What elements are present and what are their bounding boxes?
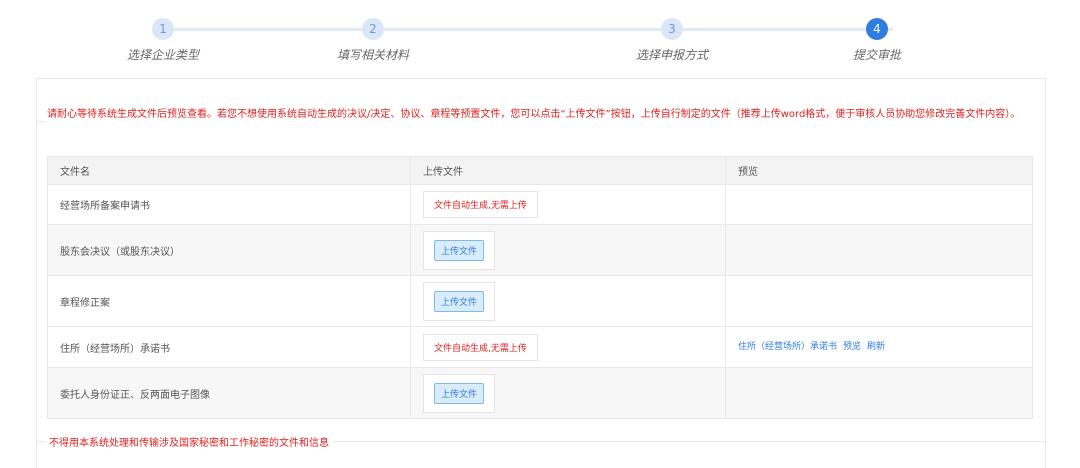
preview-link[interactable]: 预览 [843,342,861,352]
step-3-label: 选择申报方式 [635,48,709,62]
progress-stepper: 1 2 3 4 选择企业类型 填写相关材料 选择申报方式 提交审批 [0,0,1080,78]
auto-generated-note: 文件自动生成,无需上传 [423,333,538,361]
upload-cell: 文件自动生成,无需上传 [410,326,726,368]
upload-file-button[interactable]: 上传文件 [434,290,485,312]
preview-cell [725,275,1033,327]
file-name: 股东会决议（或股东决议） [47,224,411,276]
step-connector [384,28,672,31]
table-header-row: 文件名 上传文件 预览 [47,156,1033,185]
header-upload: 上传文件 [410,156,726,185]
file-name: 住所（经营场所）承诺书 [47,326,411,368]
preview-cell [725,367,1033,419]
step-3-indicator: 3 [661,18,683,40]
file-upload-panel: 请耐心等待系统生成文件后预览查看。若您不想使用系统自动生成的决议/决定、协议、章… [36,78,1046,468]
step-connector [683,28,893,31]
step-1-indicator: 1 [152,18,174,40]
refresh-link[interactable]: 刷新 [867,342,885,352]
file-name: 经营场所备案申请书 [47,184,411,225]
table-row: 住所（经营场所）承诺书 文件自动生成,无需上传 住所（经营场所）承诺书 预览 刷新 [47,326,1033,368]
upload-cell: 上传文件 [410,275,726,327]
header-filename: 文件名 [47,156,411,185]
step-2-label: 填写相关材料 [336,48,410,62]
auto-generated-note: 文件自动生成,无需上传 [423,191,538,218]
file-name: 委托人身份证正、反两面电子图像 [47,367,411,419]
step-4-label: 提交审批 [852,48,902,62]
preview-cell [725,184,1033,225]
header-preview: 预览 [725,156,1033,185]
upload-cell: 文件自动生成,无需上传 [410,184,726,225]
table-row: 委托人身份证正、反两面电子图像 上传文件 [47,367,1033,419]
upload-cell: 上传文件 [410,367,726,419]
table-row: 股东会决议（或股东决议） 上传文件 [47,224,1033,276]
upload-container: 上传文件 [423,281,496,321]
upload-file-button[interactable]: 上传文件 [434,382,485,404]
step-1-label: 选择企业类型 [126,48,200,62]
security-notice: 不得用本系统处理和传输涉及国家秘密和工作秘密的文件和信息 [45,434,333,449]
file-name: 章程修正案 [47,275,411,327]
table-row: 经营场所备案申请书 文件自动生成,无需上传 [47,184,1033,225]
step-2-indicator: 2 [362,18,384,40]
preview-file-link[interactable]: 住所（经营场所）承诺书 [738,342,837,352]
upload-cell: 上传文件 [410,224,726,276]
notice-divider [37,121,45,122]
table-row: 章程修正案 上传文件 [47,275,1033,327]
upload-container: 上传文件 [423,373,496,413]
file-table: 文件名 上传文件 预览 经营场所备案申请书 文件自动生成,无需上传 股东会决议（… [47,156,1033,419]
preview-cell [725,224,1033,276]
preview-cell: 住所（经营场所）承诺书 预览 刷新 [725,326,1033,368]
step-connector [163,28,373,31]
notice-text: 请耐心等待系统生成文件后预览查看。若您不想使用系统自动生成的决议/决定、协议、章… [47,109,1021,120]
step-4-indicator: 4 [866,18,888,40]
upload-file-button[interactable]: 上传文件 [434,239,485,261]
upload-container: 上传文件 [423,230,496,270]
